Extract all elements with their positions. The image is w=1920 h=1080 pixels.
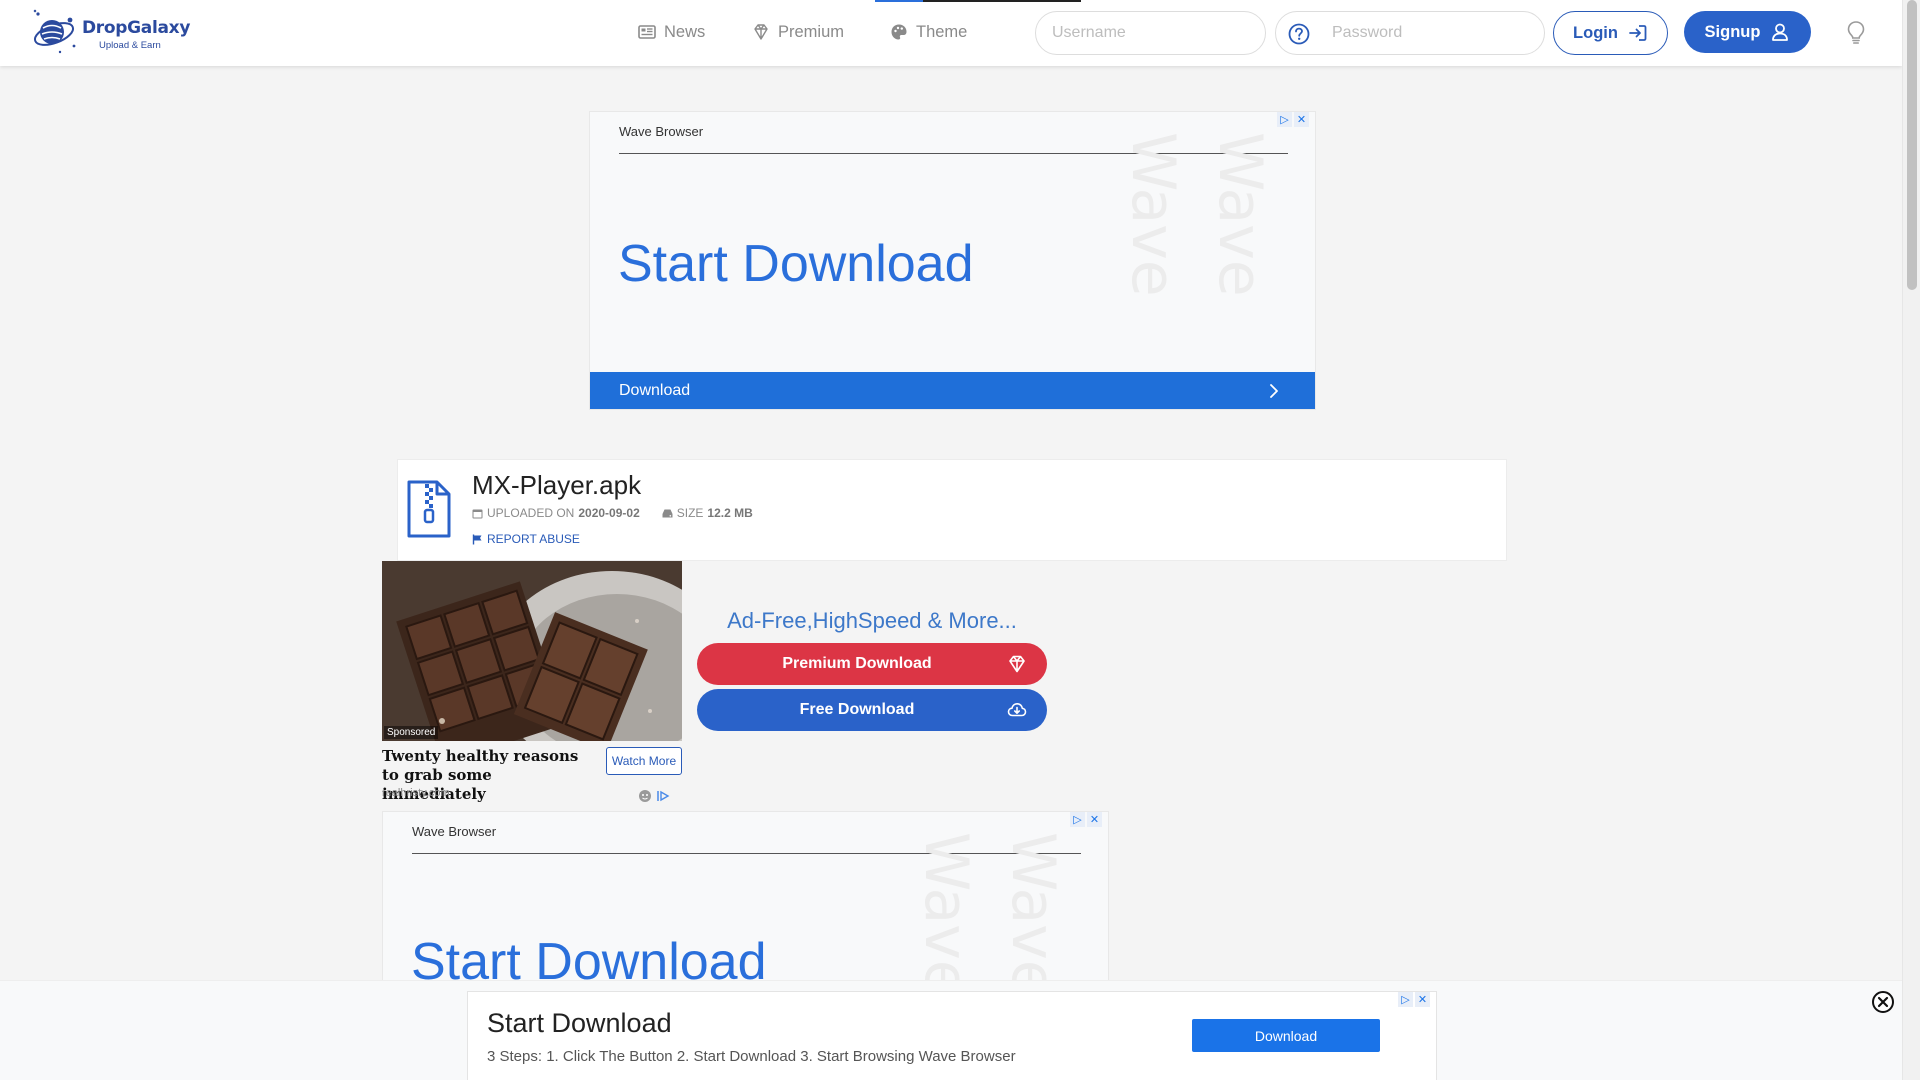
signup-button[interactable]: Signup bbox=[1684, 11, 1811, 53]
password-input[interactable] bbox=[1332, 12, 1532, 54]
newspaper-icon bbox=[638, 25, 656, 39]
premium-download-button[interactable]: Premium Download bbox=[697, 643, 1047, 685]
nav-premium-label: Premium bbox=[778, 22, 845, 41]
adchoices-icon[interactable]: ▷ bbox=[1398, 992, 1413, 1007]
file-name: MX-Player.apk bbox=[472, 470, 642, 500]
sponsored-tag: Sponsored bbox=[384, 726, 439, 739]
nav-theme[interactable]: Theme bbox=[890, 19, 967, 45]
calendar-icon bbox=[472, 509, 483, 518]
ad-watermark: Wave bbox=[1205, 132, 1275, 297]
ad-brand: Wave Browser bbox=[619, 124, 704, 139]
size-label: SIZE bbox=[676, 506, 704, 520]
sign-in-icon bbox=[1629, 25, 1647, 41]
palette-icon bbox=[891, 24, 907, 40]
sticky-download-button[interactable]: Download bbox=[1192, 1019, 1380, 1052]
watch-more-button[interactable]: Watch More bbox=[606, 747, 682, 775]
user-icon bbox=[1772, 23, 1789, 41]
hard-drive-icon bbox=[662, 509, 673, 517]
upload-date: UPLOADED ON 2020-09-02 bbox=[472, 506, 640, 520]
top-banner-ad[interactable]: ▷ ✕ Wave Browser Wave Wave Start Download… bbox=[589, 111, 1316, 410]
ad-watermark: Wave bbox=[911, 832, 981, 997]
nav-theme-label: Theme bbox=[916, 22, 968, 41]
question-circle-icon[interactable] bbox=[1288, 23, 1310, 45]
ad-watermark: Wave bbox=[998, 832, 1068, 997]
file-size: SIZE 12.2 MB bbox=[662, 506, 753, 520]
ad-watermark: Wave bbox=[1118, 132, 1188, 297]
sponsored-source[interactable]: realhristy.com bbox=[382, 787, 450, 799]
signup-label: Signup bbox=[1704, 22, 1761, 41]
file-meta: UPLOADED ON 2020-09-02 SIZE 12.2 MB bbox=[472, 506, 753, 520]
premium-download-label: Premium Download bbox=[782, 655, 932, 672]
file-info-card: MX-Player.apk UPLOADED ON 2020-09-02 SIZ… bbox=[397, 459, 1507, 561]
brand-name: DropGalaxy bbox=[82, 18, 191, 38]
adchoices-icon[interactable]: ▷ bbox=[1070, 812, 1085, 827]
ad-feedback-icon[interactable] bbox=[638, 789, 652, 803]
report-abuse-label: REPORT ABUSE bbox=[487, 532, 580, 546]
sticky-bottom-ad: ▷ ✕ Start Download 3 Steps: 1. Click The … bbox=[0, 980, 1902, 1080]
sponsored-ad-icons[interactable] bbox=[638, 789, 670, 803]
lightbulb-icon[interactable] bbox=[1845, 20, 1867, 46]
password-field bbox=[1275, 11, 1545, 55]
sticky-ad-subtitle: 3 Steps: 1. Click The Button 2. Start Do… bbox=[487, 1048, 1016, 1065]
flag-icon bbox=[472, 534, 482, 544]
nav-news-label: News bbox=[664, 22, 706, 41]
ad-cta-label: Download bbox=[619, 382, 691, 399]
nav-news[interactable]: News bbox=[638, 19, 705, 45]
premium-promo-text: Ad-Free,HighSpeed & More... bbox=[727, 608, 1017, 633]
close-circle-icon[interactable] bbox=[1871, 990, 1895, 1014]
sticky-ad-card[interactable]: ▷ ✕ Start Download 3 Steps: 1. Click The … bbox=[467, 991, 1437, 1080]
diamond-icon bbox=[1009, 655, 1025, 673]
page-scrollbar[interactable] bbox=[1902, 0, 1920, 1080]
adchoices-icon[interactable] bbox=[656, 789, 670, 803]
ad-close-icon[interactable]: ✕ bbox=[1415, 992, 1430, 1007]
chocolate-photo bbox=[382, 561, 682, 741]
login-button[interactable]: Login bbox=[1553, 11, 1668, 55]
sponsored-image[interactable] bbox=[382, 561, 682, 741]
diamond-icon bbox=[754, 24, 768, 40]
ad-close-icon[interactable]: ✕ bbox=[1087, 812, 1102, 827]
nav-premium[interactable]: Premium bbox=[752, 19, 844, 45]
top-navbar: DropGalaxy Upload & Earn News Premium Th… bbox=[0, 0, 1902, 66]
ad-brand: Wave Browser bbox=[412, 824, 497, 839]
ad-close-icon[interactable]: ✕ bbox=[1294, 112, 1309, 127]
upload-date-value: 2020-09-02 bbox=[578, 506, 640, 520]
site-logo[interactable]: DropGalaxy Upload & Earn bbox=[30, 6, 190, 60]
username-input[interactable] bbox=[1035, 11, 1266, 55]
page-progress-bar bbox=[875, 0, 1081, 2]
ad-choices-badge[interactable]: ▷ ✕ bbox=[1398, 992, 1430, 1007]
zip-file-icon bbox=[407, 480, 451, 538]
sponsored-card[interactable]: Sponsored Twenty healthy reasons to grab… bbox=[382, 561, 682, 807]
sticky-ad-title: Start Download bbox=[487, 1008, 672, 1038]
scrollbar-thumb[interactable] bbox=[1907, 0, 1917, 290]
ad-choices-badge[interactable]: ▷ ✕ bbox=[1277, 112, 1309, 127]
adchoices-icon[interactable]: ▷ bbox=[1277, 112, 1292, 127]
free-download-label: Free Download bbox=[799, 701, 915, 718]
login-label: Login bbox=[1573, 23, 1618, 42]
brand-tagline: Upload & Earn bbox=[99, 40, 161, 51]
ad-download-bar[interactable]: Download bbox=[590, 372, 1315, 409]
cloud-download-icon bbox=[1007, 703, 1027, 717]
free-download-button[interactable]: Free Download bbox=[697, 689, 1047, 731]
ad-choices-badge[interactable]: ▷ ✕ bbox=[1070, 812, 1102, 827]
galaxy-logo-icon bbox=[33, 9, 76, 54]
ad-headline[interactable]: Start Download bbox=[618, 234, 974, 294]
report-abuse-link[interactable]: REPORT ABUSE bbox=[472, 532, 580, 546]
upload-label: UPLOADED ON bbox=[487, 506, 575, 520]
chevron-right-icon bbox=[1270, 384, 1278, 398]
size-value: 12.2 MB bbox=[707, 506, 753, 520]
